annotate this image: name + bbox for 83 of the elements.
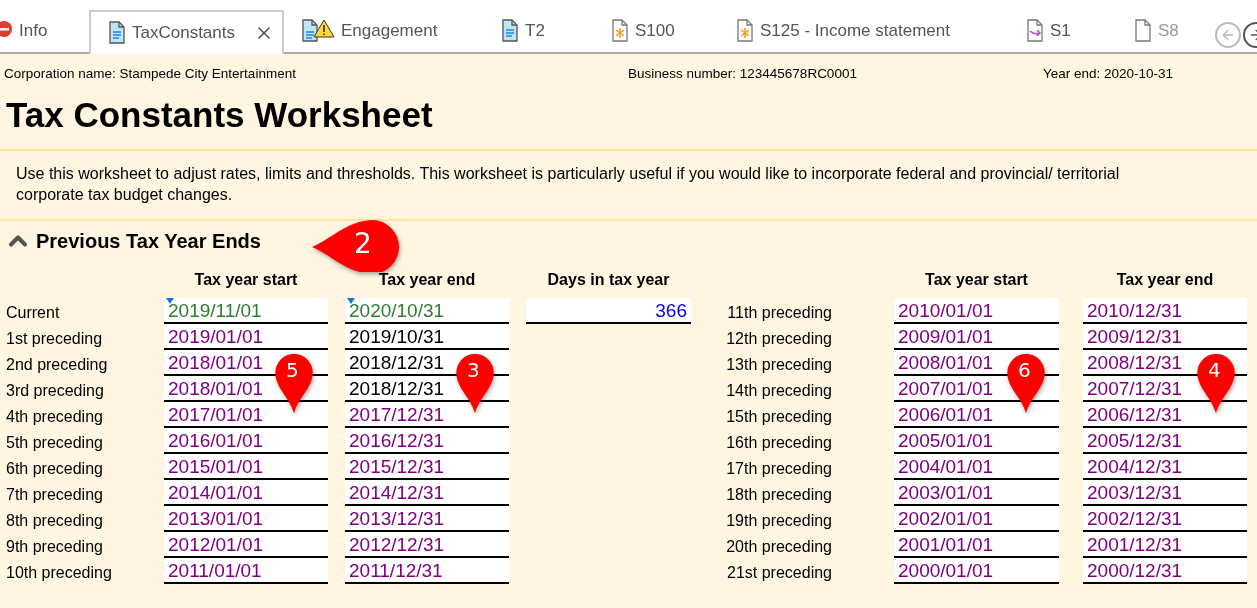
row-label: 20th preceding xyxy=(725,537,833,557)
date-field[interactable]: 2004/01/01 xyxy=(894,454,1059,480)
document-icon xyxy=(500,19,520,43)
row-label: 18th preceding xyxy=(725,485,833,505)
date-field[interactable]: 2003/01/01 xyxy=(894,480,1059,506)
worksheet-title: Tax Constants Worksheet xyxy=(0,81,1257,151)
form-star-icon xyxy=(735,19,755,43)
date-field[interactable]: 2009/12/31 xyxy=(1083,324,1247,350)
section-title: Previous Tax Year Ends xyxy=(36,229,261,253)
date-field[interactable]: 2013/12/31 xyxy=(345,506,509,532)
row-label: 21st preceding xyxy=(726,563,833,583)
blank-page-icon xyxy=(1133,19,1153,43)
column-header: Tax year start xyxy=(924,271,1029,290)
row-label: 6th preceding xyxy=(5,459,104,479)
date-field[interactable]: 2017/12/31 xyxy=(345,402,509,428)
row-label: 8th preceding xyxy=(5,511,104,531)
row-label: 9th preceding xyxy=(5,537,104,557)
row-label: 13th preceding xyxy=(725,355,833,375)
date-field[interactable]: 2000/01/01 xyxy=(894,558,1059,584)
date-field[interactable]: 2005/12/31 xyxy=(1083,428,1247,454)
tab[interactable]: TaxConstants xyxy=(89,10,284,54)
row-label: 10th preceding xyxy=(5,563,113,583)
date-field[interactable]: 2011/01/01 xyxy=(164,558,328,584)
column-header: Tax year start xyxy=(193,271,299,290)
date-field[interactable]: 2014/12/31 xyxy=(345,480,509,506)
row-label: 15th preceding xyxy=(725,407,833,427)
column-header: Tax year end xyxy=(377,271,477,290)
row-label: 1st preceding xyxy=(5,329,104,349)
date-field[interactable]: 2012/01/01 xyxy=(164,532,328,558)
date-field[interactable]: 2006/12/31 xyxy=(1083,402,1247,428)
document-warning-icon xyxy=(300,19,336,43)
date-field[interactable]: 2016/01/01 xyxy=(164,428,328,454)
date-field[interactable]: 2009/01/01 xyxy=(894,324,1059,350)
date-field[interactable]: 2014/01/01 xyxy=(164,480,328,506)
row-label: 11th preceding xyxy=(726,303,833,323)
row-label: 5th preceding xyxy=(5,433,104,453)
date-field[interactable]: 2001/12/31 xyxy=(1083,532,1247,558)
form-arrow-icon xyxy=(1025,19,1045,43)
column-header: Days in tax year xyxy=(546,271,671,290)
date-field[interactable]: 2005/01/01 xyxy=(894,428,1059,454)
date-field[interactable]: 2017/01/01 xyxy=(164,402,328,428)
document-icon xyxy=(107,21,127,45)
row-label: 4th preceding xyxy=(5,407,104,427)
business-number: Business number: 123445678RC0001 xyxy=(628,66,858,81)
days-field[interactable]: 366 xyxy=(526,298,691,324)
date-field[interactable]: 2000/12/31 xyxy=(1083,558,1247,584)
corporation-name: Corporation name: Stampede City Entertainment xyxy=(4,66,297,81)
date-field[interactable]: 2010/12/31 xyxy=(1083,298,1247,324)
row-label: 2nd preceding xyxy=(5,355,109,375)
row-label: 12th preceding xyxy=(725,329,833,349)
row-label: 3rd preceding xyxy=(5,381,105,401)
date-field[interactable]: 2010/01/01 xyxy=(894,298,1059,324)
row-label: 19th preceding xyxy=(725,511,833,531)
date-field[interactable]: 2002/12/31 xyxy=(1083,506,1247,532)
intro-text: Use this worksheet to adjust rates, limits and thresholds. This worksheet is particularly useful if you would like to incorporate federal and provincial/ territorial corporate tax budget changes. xyxy=(0,151,1257,221)
date-field[interactable]: 2004/12/31 xyxy=(1083,454,1247,480)
date-field[interactable]: 2002/01/01 xyxy=(894,506,1059,532)
date-field[interactable]: 2015/01/01 xyxy=(164,454,328,480)
row-label: 7th preceding xyxy=(5,485,104,505)
callout-tooltip: 5 xyxy=(274,352,314,414)
row-label: 17th preceding xyxy=(725,459,833,479)
date-field[interactable]: 2011/12/31 xyxy=(345,558,509,584)
date-field[interactable]: 2006/01/01 xyxy=(894,402,1059,428)
date-field[interactable]: 2020/10/31 xyxy=(345,298,509,324)
date-field[interactable]: 2019/11/01 xyxy=(164,298,328,324)
column-header: Tax year end xyxy=(1115,271,1215,290)
date-field[interactable]: 2016/12/31 xyxy=(345,428,509,454)
date-field[interactable]: 2012/12/31 xyxy=(345,532,509,558)
callout-tooltip: 3 xyxy=(455,352,495,414)
date-field[interactable]: 2001/01/01 xyxy=(894,532,1059,558)
row-label: 16th preceding xyxy=(725,433,833,453)
date-field[interactable]: 2013/01/01 xyxy=(164,506,328,532)
year-end: Year end: 2020-10-31 xyxy=(1043,66,1175,81)
date-field[interactable]: 2003/12/31 xyxy=(1083,480,1247,506)
row-label: 14th preceding xyxy=(725,381,833,401)
date-field[interactable]: 2019/10/31 xyxy=(345,324,509,350)
row-label: Current xyxy=(5,303,61,323)
date-field[interactable]: 2015/12/31 xyxy=(345,454,509,480)
form-star-icon xyxy=(610,19,630,43)
callout-tooltip: 6 xyxy=(1006,352,1046,414)
date-field[interactable]: 2019/01/01 xyxy=(164,324,328,350)
callout-tooltip: 2 xyxy=(310,218,402,272)
callout-tooltip: 4 xyxy=(1196,352,1236,414)
